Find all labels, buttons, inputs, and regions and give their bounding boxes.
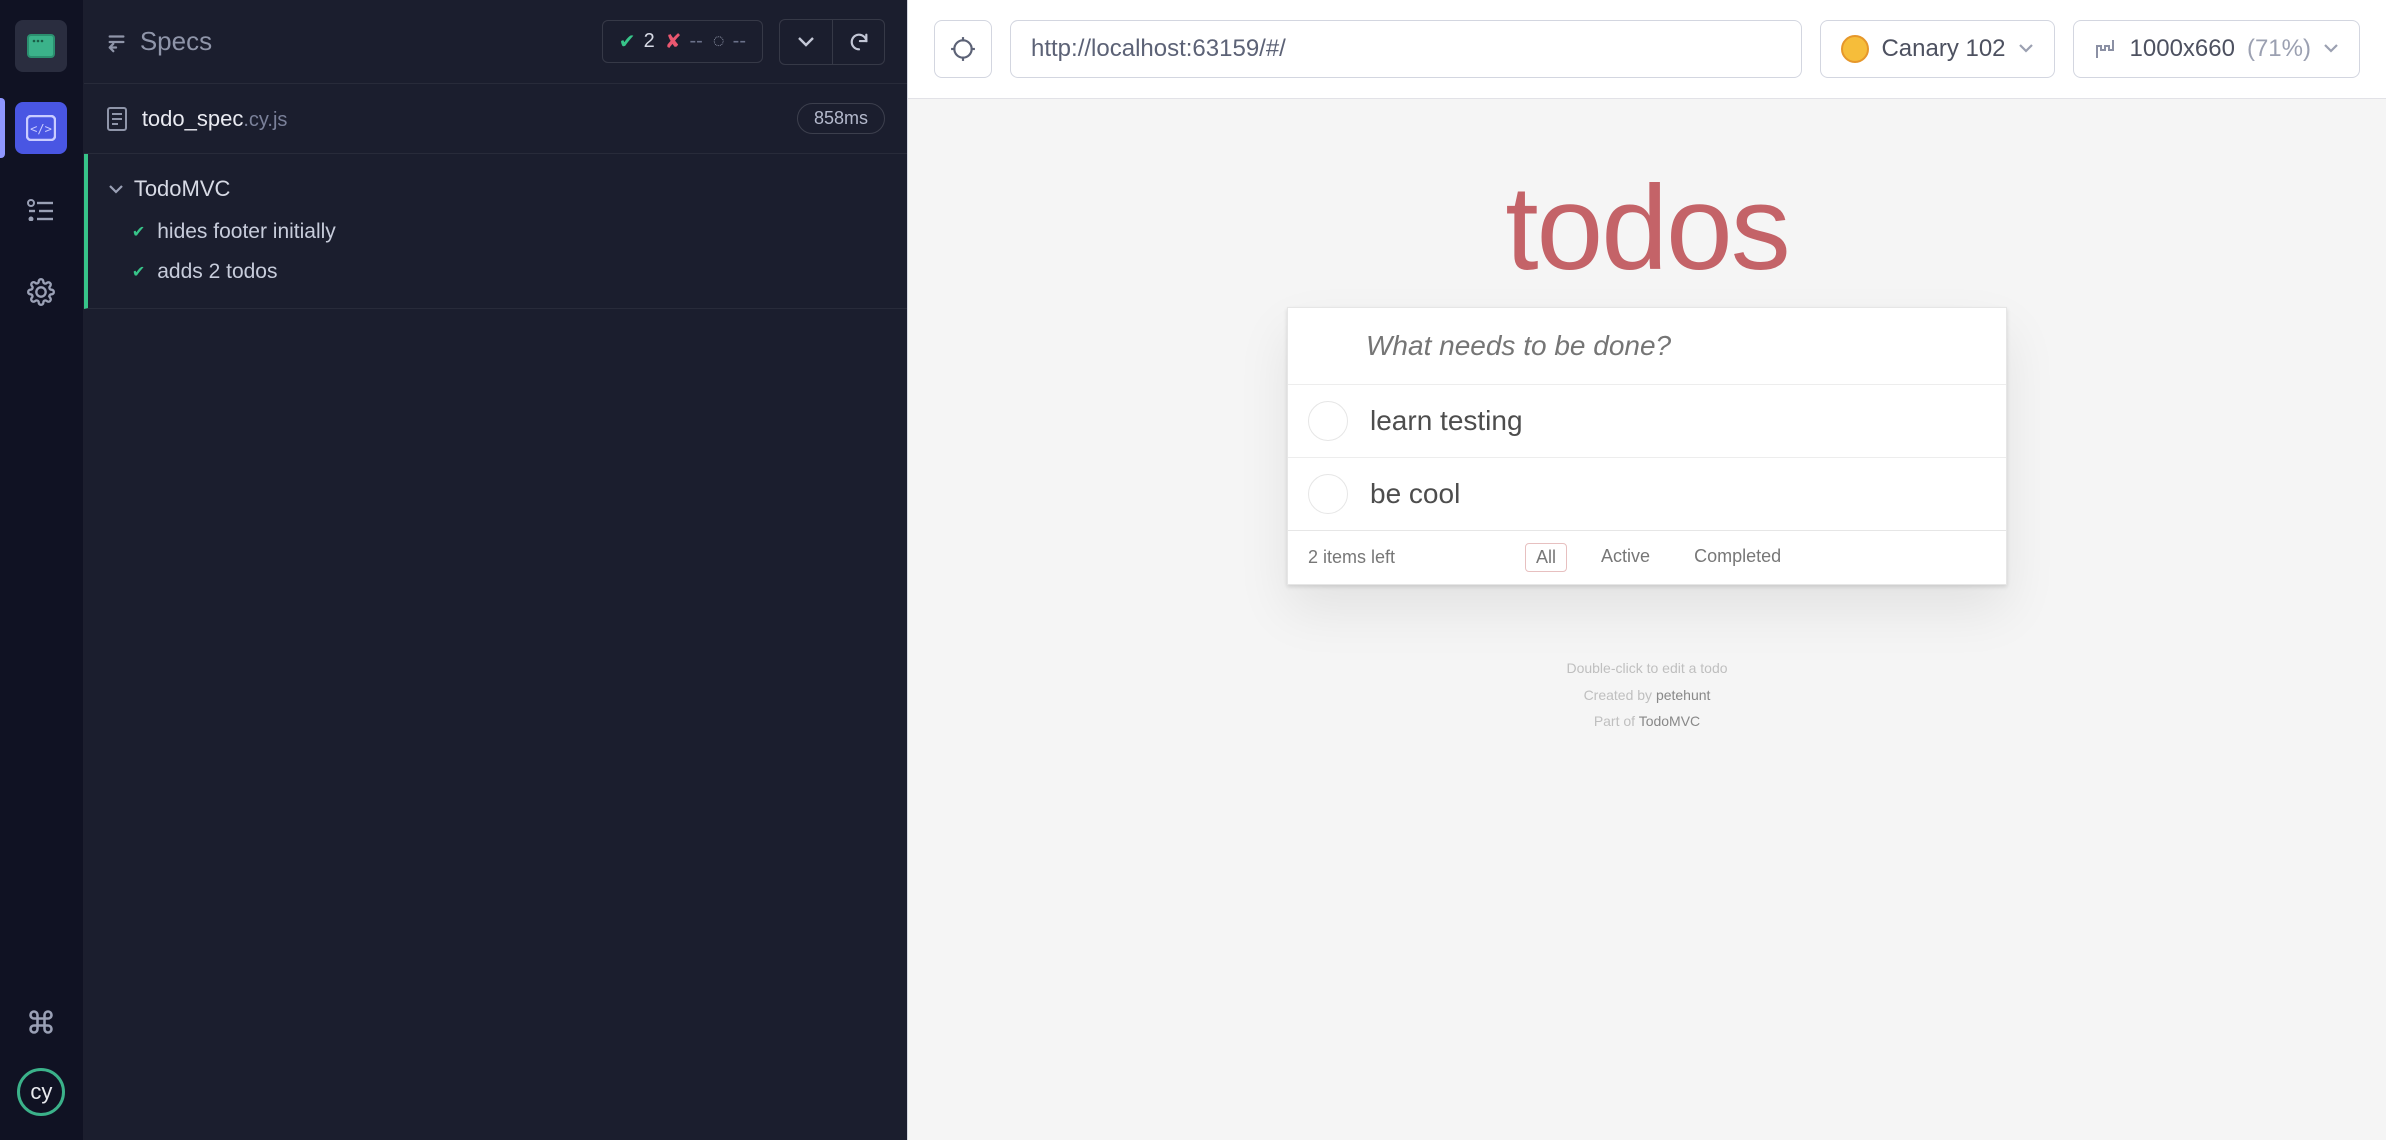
spec-duration: 858ms: [797, 103, 885, 134]
test-title: hides footer initially: [157, 220, 336, 244]
test-row[interactable]: ✔ adds 2 todos: [88, 252, 907, 292]
back-arrow-icon: [106, 31, 128, 53]
check-icon: ✔: [619, 29, 636, 54]
test-row[interactable]: ✔ hides footer initially: [88, 212, 907, 252]
selector-playground-button[interactable]: [934, 20, 992, 78]
pending-icon: ◌: [713, 30, 725, 53]
toggle-complete[interactable]: [1308, 474, 1348, 514]
todo-item: learn testing: [1288, 385, 2006, 458]
filter-all[interactable]: All: [1525, 543, 1567, 572]
todo-label[interactable]: be cool: [1370, 478, 1460, 510]
passed-count: 2: [644, 30, 655, 53]
nav-specs[interactable]: </>: [15, 102, 67, 154]
spec-file-name: todo_spec.cy.js: [142, 106, 288, 132]
test-suite: TodoMVC ✔ hides footer initially ✔ adds …: [84, 154, 907, 309]
x-icon: ✘: [665, 29, 682, 54]
svg-text:</>: </>: [31, 122, 53, 136]
ruler-icon: [2094, 37, 2118, 61]
specs-label: Specs: [140, 26, 212, 57]
keyboard-shortcuts[interactable]: [15, 996, 67, 1048]
browser-picker[interactable]: Canary 102: [1820, 20, 2054, 78]
failed-count: --: [689, 30, 702, 53]
viewport-picker[interactable]: 1000x660 (71%): [2073, 20, 2360, 78]
todoapp: learn testing be cool 2 items left All A…: [1287, 307, 2007, 585]
url-text: http://localhost:63159/#/: [1031, 35, 1286, 63]
refresh-icon: [848, 31, 870, 53]
chevron-down-icon: [108, 181, 124, 197]
new-todo-input[interactable]: [1288, 308, 2006, 385]
viewport-scale: (71%): [2247, 35, 2311, 63]
spec-file-row[interactable]: todo_spec.cy.js 858ms: [84, 84, 907, 154]
specs-icon: </>: [26, 115, 56, 141]
check-icon: ✔: [132, 262, 145, 282]
cypress-logo[interactable]: cy: [17, 1068, 65, 1116]
url-bar[interactable]: http://localhost:63159/#/: [1010, 20, 1802, 78]
rerun-button[interactable]: [832, 20, 884, 64]
filter-active[interactable]: Active: [1591, 543, 1660, 572]
options-dropdown[interactable]: [780, 20, 832, 64]
test-stats: ✔ 2 ✘ -- ◌ --: [602, 20, 763, 63]
window-icon: [27, 34, 55, 58]
command-icon: [27, 1008, 55, 1036]
nav-runs[interactable]: [15, 184, 67, 236]
run-controls: [779, 19, 885, 65]
test-title: adds 2 todos: [157, 260, 277, 284]
app-iframe: todos learn testing be cool: [938, 159, 2356, 1101]
author-link[interactable]: petehunt: [1656, 687, 1711, 703]
pending-count: --: [733, 30, 746, 53]
application-under-test: http://localhost:63159/#/ Canary 102 100…: [907, 0, 2386, 1140]
suite-toggle[interactable]: TodoMVC: [88, 166, 907, 212]
check-icon: ✔: [132, 222, 145, 242]
crosshair-icon: [950, 36, 976, 62]
filter-completed[interactable]: Completed: [1684, 543, 1791, 572]
todos-heading: todos: [1287, 159, 2007, 297]
suite-title: TodoMVC: [134, 176, 231, 202]
project-picker[interactable]: [15, 20, 67, 72]
viewport-size: 1000x660: [2130, 35, 2235, 63]
runs-icon: [27, 199, 55, 221]
chrome-canary-icon: [1841, 35, 1869, 63]
gear-icon: [27, 278, 55, 306]
cypress-logo-text: cy: [30, 1079, 52, 1105]
toggle-complete[interactable]: [1308, 401, 1348, 441]
todo-label[interactable]: learn testing: [1370, 405, 1523, 437]
nav-settings[interactable]: [15, 266, 67, 318]
chevron-down-icon: [797, 36, 815, 48]
chevron-down-icon: [2018, 43, 2034, 55]
app-footer-info: Double-click to edit a todo Created by p…: [1287, 655, 2007, 735]
file-icon: [106, 106, 128, 132]
todomvc-link[interactable]: TodoMVC: [1639, 713, 1700, 729]
info-hint: Double-click to edit a todo: [1287, 655, 2007, 682]
reporter-panel: Specs ✔2 ✘-- ◌-- todo_spec: [84, 0, 907, 1140]
todo-item: be cool: [1288, 458, 2006, 530]
items-left: 2 items left: [1308, 547, 1395, 568]
browser-name: Canary 102: [1881, 35, 2005, 63]
chevron-down-icon: [2323, 43, 2339, 55]
back-to-specs[interactable]: Specs: [106, 26, 212, 57]
